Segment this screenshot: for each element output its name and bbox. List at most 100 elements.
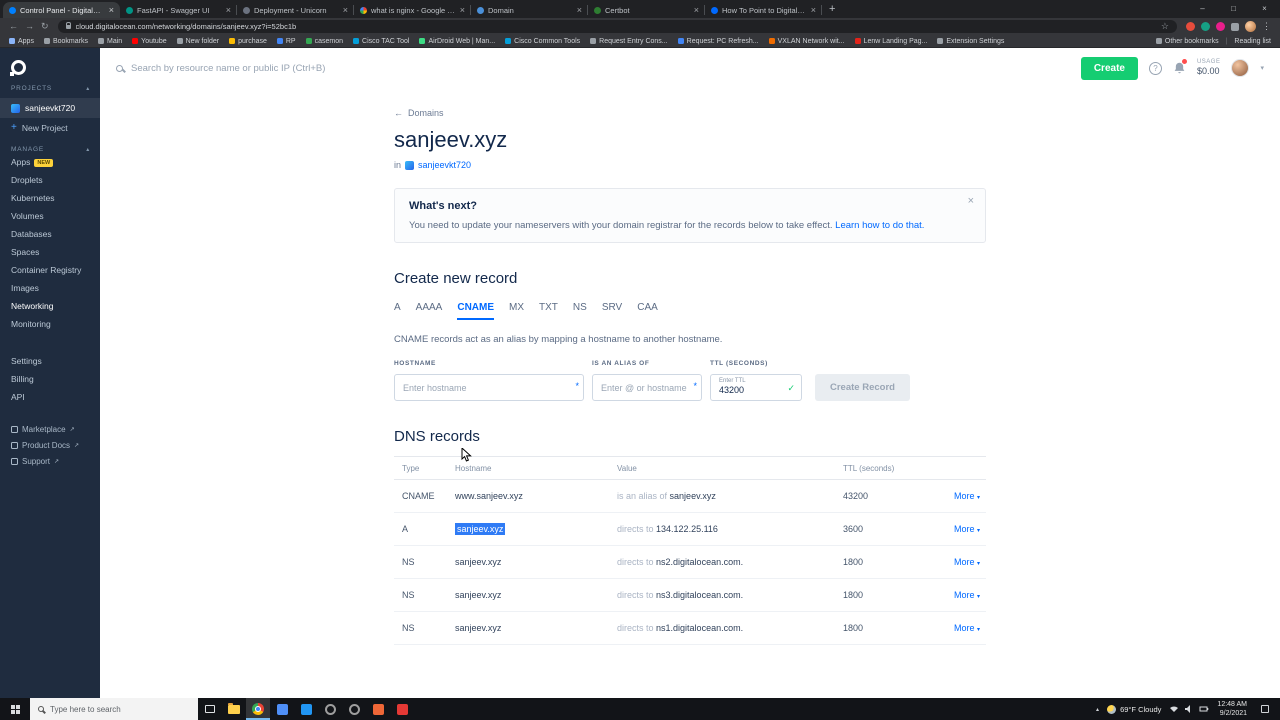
extensions-puzzle-icon[interactable] bbox=[1231, 22, 1239, 31]
tab-close-icon[interactable]: × bbox=[343, 5, 348, 15]
sidebar-item-apps[interactable]: Apps NEW bbox=[0, 153, 100, 171]
file-explorer-button[interactable] bbox=[222, 698, 246, 720]
bookmark-folder[interactable]: Bookmarks bbox=[43, 38, 88, 45]
sidebar-item-marketplace[interactable]: Marketplace ↗ bbox=[0, 421, 100, 437]
hostname-input[interactable] bbox=[394, 374, 584, 401]
extension-icon[interactable] bbox=[1216, 22, 1225, 31]
taskbar-clock[interactable]: 12:48 AM 9/2/2021 bbox=[1217, 700, 1247, 718]
help-icon[interactable]: ? bbox=[1148, 61, 1162, 75]
bookmark-item[interactable]: AirDroid Web | Man... bbox=[419, 38, 495, 45]
tab-close-icon[interactable]: × bbox=[811, 5, 816, 15]
bookmark-item[interactable]: casemon bbox=[305, 38, 343, 45]
tab-close-icon[interactable]: × bbox=[109, 5, 114, 15]
tab-close-icon[interactable]: × bbox=[460, 5, 465, 15]
browser-tab-deployment[interactable]: Deployment - Unicorn × bbox=[237, 2, 354, 18]
ttl-input[interactable]: Enter TTL 43200 ✓ bbox=[710, 374, 802, 401]
tab-aaaa[interactable]: AAAA bbox=[416, 302, 443, 320]
new-tab-button[interactable]: + bbox=[829, 2, 835, 16]
more-button[interactable]: More ▾ bbox=[927, 557, 986, 567]
window-close-button[interactable]: × bbox=[1249, 0, 1280, 18]
tab-cname[interactable]: CNAME bbox=[457, 302, 495, 320]
back-icon[interactable]: ← bbox=[9, 22, 18, 31]
volume-icon[interactable] bbox=[1184, 704, 1194, 714]
browser-tab-google-search[interactable]: what is nginx - Google Search × bbox=[354, 2, 471, 18]
sidebar-item-networking[interactable]: Networking bbox=[0, 297, 100, 315]
tab-ns[interactable]: NS bbox=[573, 302, 587, 320]
extension-icon[interactable] bbox=[1186, 22, 1195, 31]
sidebar-item-volumes[interactable]: Volumes bbox=[0, 207, 100, 225]
app-button[interactable] bbox=[270, 698, 294, 720]
browser-tab-domain[interactable]: Domain × bbox=[471, 2, 588, 18]
tab-txt[interactable]: TXT bbox=[539, 302, 558, 320]
start-button[interactable] bbox=[0, 698, 30, 720]
task-view-button[interactable] bbox=[198, 698, 222, 720]
bookmark-item[interactable]: VXLAN Network wit... bbox=[768, 38, 845, 45]
tab-a[interactable]: A bbox=[394, 302, 401, 320]
bookmark-item[interactable]: RP bbox=[276, 38, 296, 45]
bookmark-item[interactable]: Request: PC Refresh... bbox=[677, 38, 759, 45]
sidebar-item-new-project[interactable]: + New Project bbox=[0, 118, 100, 137]
chevron-down-icon[interactable]: ▾ bbox=[1260, 64, 1264, 72]
alias-input[interactable] bbox=[592, 374, 702, 401]
tab-close-icon[interactable]: × bbox=[694, 5, 699, 15]
browser-tab-certbot[interactable]: Certbot × bbox=[588, 2, 705, 18]
taskbar-search[interactable] bbox=[30, 698, 198, 720]
project-link[interactable]: sanjeevkt720 bbox=[418, 160, 471, 170]
weather-widget[interactable]: 69°F Cloudy bbox=[1107, 704, 1161, 714]
app-button[interactable] bbox=[366, 698, 390, 720]
create-button[interactable]: Create bbox=[1080, 56, 1138, 80]
sidebar-item-product-docs[interactable]: Product Docs ↗ bbox=[0, 437, 100, 453]
window-minimize-button[interactable]: – bbox=[1187, 0, 1218, 18]
sidebar-item-images[interactable]: Images bbox=[0, 279, 100, 297]
sidebar-item-support[interactable]: Support ↗ bbox=[0, 453, 100, 469]
vscode-button[interactable] bbox=[294, 698, 318, 720]
sidebar-item-kubernetes[interactable]: Kubernetes bbox=[0, 189, 100, 207]
reading-list-button[interactable]: Reading list bbox=[1234, 38, 1271, 45]
more-button[interactable]: More ▾ bbox=[927, 524, 986, 534]
sidebar-item-settings[interactable]: Settings bbox=[0, 352, 100, 370]
app-button[interactable] bbox=[342, 698, 366, 720]
bookmark-item[interactable]: Extension Settings bbox=[937, 38, 1004, 45]
sidebar-item-api[interactable]: API bbox=[0, 388, 100, 406]
bookmark-apps[interactable]: Apps bbox=[9, 38, 34, 45]
app-button[interactable] bbox=[318, 698, 342, 720]
projects-section-header[interactable]: PROJECTS ▴ bbox=[0, 85, 100, 92]
bookmark-item[interactable]: purchase bbox=[229, 38, 267, 45]
browser-tab-digitalocean[interactable]: Control Panel - DigitalOcea... × bbox=[3, 2, 120, 18]
sidebar-item-droplets[interactable]: Droplets bbox=[0, 171, 100, 189]
resource-search-input[interactable] bbox=[131, 62, 1073, 74]
battery-icon[interactable] bbox=[1199, 704, 1209, 714]
create-record-button[interactable]: Create Record bbox=[815, 374, 910, 401]
tab-close-icon[interactable]: × bbox=[577, 5, 582, 15]
bookmark-folder[interactable]: Main bbox=[97, 38, 122, 45]
bookmark-item[interactable]: Cisco TAC Tool bbox=[353, 38, 409, 45]
browser-tab-howto[interactable]: How To Point to DigitalOcean fo... × bbox=[705, 2, 822, 18]
tab-caa[interactable]: CAA bbox=[637, 302, 658, 320]
bookmark-youtube[interactable]: Youtube bbox=[132, 38, 167, 45]
action-center-button[interactable] bbox=[1255, 705, 1275, 713]
sidebar-item-project[interactable]: sanjeevkt720 bbox=[0, 98, 100, 118]
more-button[interactable]: More ▾ bbox=[927, 590, 986, 600]
bookmark-star-icon[interactable]: ☆ bbox=[1161, 21, 1169, 32]
window-maximize-button[interactable]: □ bbox=[1218, 0, 1249, 18]
network-icon[interactable] bbox=[1169, 704, 1179, 714]
manage-section-header[interactable]: MANAGE ▴ bbox=[0, 146, 100, 153]
learn-how-link[interactable]: Learn how to do that. bbox=[835, 220, 924, 231]
bookmark-folder[interactable]: New folder bbox=[176, 38, 219, 45]
account-avatar[interactable] bbox=[1231, 59, 1250, 77]
browser-menu-icon[interactable]: ⋮ bbox=[1262, 21, 1271, 32]
sidebar-item-monitoring[interactable]: Monitoring bbox=[0, 315, 100, 333]
tab-close-icon[interactable]: × bbox=[226, 5, 231, 15]
bookmark-item[interactable]: Cisco Common Tools bbox=[505, 38, 580, 45]
digitalocean-logo-icon[interactable] bbox=[10, 60, 26, 76]
sidebar-item-databases[interactable]: Databases bbox=[0, 225, 100, 243]
address-bar[interactable]: cloud.digitalocean.com/networking/domain… bbox=[57, 20, 1177, 33]
more-button[interactable]: More ▾ bbox=[927, 491, 986, 501]
show-hidden-icons-chevron[interactable]: ▴ bbox=[1096, 706, 1099, 713]
bookmark-item[interactable]: Request Entry Cons... bbox=[590, 38, 668, 45]
chrome-button[interactable] bbox=[246, 698, 270, 720]
app-button[interactable] bbox=[390, 698, 414, 720]
tab-srv[interactable]: SRV bbox=[602, 302, 622, 320]
sidebar-item-container-registry[interactable]: Container Registry bbox=[0, 261, 100, 279]
other-bookmarks-button[interactable]: Other bookmarks bbox=[1155, 38, 1219, 45]
